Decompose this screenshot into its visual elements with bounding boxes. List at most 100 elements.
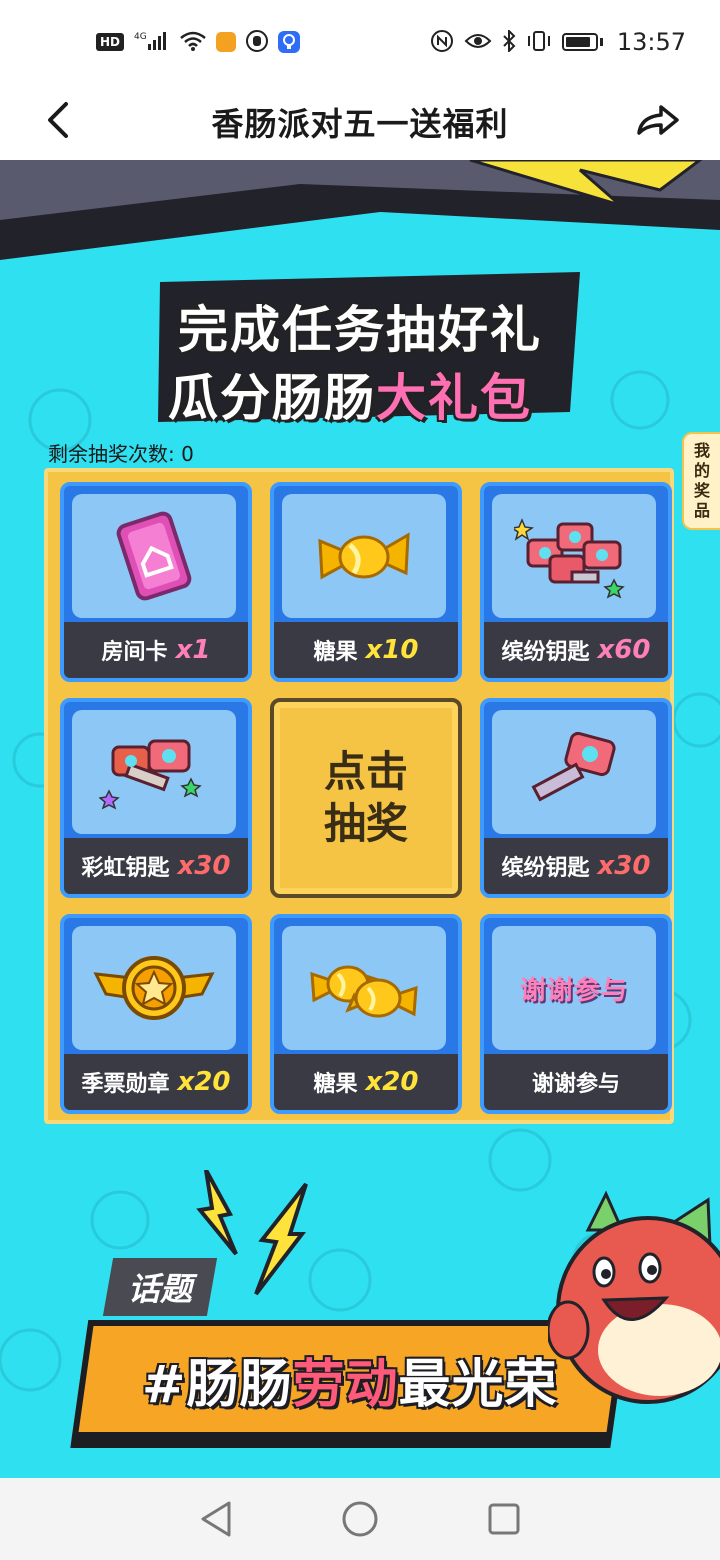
wifi-icon bbox=[180, 30, 206, 55]
prize-image bbox=[282, 494, 446, 618]
prize-caption: 彩虹钥匙 x30 bbox=[64, 838, 248, 894]
banner-line2-highlight: 大礼包 bbox=[376, 369, 532, 427]
app-icon bbox=[216, 32, 237, 52]
topic-text: #肠肠劳动最光荣 bbox=[142, 1342, 558, 1417]
eye-icon bbox=[464, 31, 492, 54]
prize-thanks: 谢谢参与 谢谢参与 bbox=[480, 914, 672, 1114]
my-prizes-char: 的 bbox=[693, 461, 710, 480]
battery-icon bbox=[561, 33, 598, 51]
remaining-draws: 剩余抽奖次数: 0 bbox=[48, 442, 194, 466]
vibrate-icon bbox=[526, 30, 552, 55]
prize-image bbox=[72, 926, 236, 1050]
top-band-graphic bbox=[0, 160, 720, 260]
sausage-mascot bbox=[548, 1190, 720, 1404]
status-bar: HD 4G 13:57 bbox=[0, 0, 720, 84]
prize-qty: x30 bbox=[177, 851, 231, 881]
candies-icon bbox=[310, 965, 418, 1018]
draw-line2: 抽奖 bbox=[323, 799, 408, 848]
prize-qty: x20 bbox=[177, 1067, 231, 1097]
event-banner: 完成任务抽好礼 瓜分肠肠大礼包 bbox=[150, 272, 590, 432]
back-button[interactable] bbox=[34, 96, 82, 144]
topic-highlight: 劳动 bbox=[292, 1354, 399, 1415]
key-icon bbox=[531, 731, 616, 802]
draw-button[interactable]: 点击 抽奖 bbox=[270, 698, 462, 898]
prize-caption: 谢谢参与 bbox=[484, 1054, 668, 1110]
prize-candy-20: 糖果 x20 bbox=[270, 914, 462, 1114]
prize-name: 彩虹钥匙 bbox=[81, 856, 170, 881]
prize-colorful-keys-60: 缤纷钥匙 x60 bbox=[480, 482, 672, 682]
prize-caption: 缤纷钥匙 x60 bbox=[484, 622, 668, 678]
my-prizes-char: 奖 bbox=[693, 481, 710, 500]
prize-image bbox=[72, 710, 236, 834]
topic-banner[interactable]: #肠肠劳动最光荣 bbox=[71, 1320, 629, 1438]
prize-name: 缤纷钥匙 bbox=[501, 640, 590, 665]
prize-name: 谢谢参与 bbox=[531, 1072, 620, 1097]
prize-season-medal-20: 季票勋章 x20 bbox=[60, 914, 252, 1114]
banner-line2: 瓜分肠肠大礼包 bbox=[168, 358, 532, 430]
activity-area: 完成任务抽好礼 瓜分肠肠大礼包 剩余抽奖次数: 0 我 的 奖 品 房间卡 x1 … bbox=[0, 160, 720, 1478]
medal-icon bbox=[93, 956, 215, 1020]
candy-icon bbox=[318, 532, 410, 580]
system-nav-bar bbox=[0, 1478, 720, 1560]
square-recent-icon bbox=[488, 1503, 520, 1535]
topic-suffix: 最光荣 bbox=[398, 1354, 558, 1415]
share-button[interactable] bbox=[630, 96, 686, 144]
prize-name: 糖果 bbox=[313, 640, 358, 665]
thanks-art: 谢谢参与 bbox=[519, 975, 628, 1006]
draw-line1: 点击 bbox=[323, 747, 408, 796]
prize-grid: 房间卡 x1 糖果 x10 缤纷钥匙 x60 彩虹钥匙 x30 点击 抽奖 缤纷… bbox=[60, 482, 672, 1114]
topic-prefix: #肠肠 bbox=[142, 1354, 293, 1415]
status-right: 13:57 bbox=[430, 28, 686, 56]
prize-caption: 缤纷钥匙 x30 bbox=[484, 838, 668, 894]
draw-button-label: 点击 抽奖 bbox=[316, 746, 416, 850]
prize-image: 谢谢参与 bbox=[492, 926, 656, 1050]
prize-image bbox=[492, 494, 656, 618]
chevron-left-icon bbox=[48, 102, 68, 138]
topic-tag: 话题 bbox=[102, 1258, 218, 1316]
banner-line1: 完成任务抽好礼 bbox=[178, 301, 542, 359]
prize-name: 糖果 bbox=[313, 1072, 358, 1097]
topic-tag-label: 话题 bbox=[127, 1270, 192, 1308]
hd-badge: HD bbox=[96, 33, 125, 51]
share-arrow-icon bbox=[637, 105, 679, 135]
lightning-bolts bbox=[196, 1170, 308, 1296]
keys-pile-icon bbox=[514, 518, 625, 599]
prize-caption: 季票勋章 x20 bbox=[64, 1054, 248, 1110]
clock-time: 13:57 bbox=[616, 28, 686, 56]
prize-qty: x20 bbox=[365, 1067, 419, 1097]
prize-name: 季票勋章 bbox=[81, 1072, 170, 1097]
prize-caption: 房间卡 x1 bbox=[64, 622, 248, 678]
prize-colorful-key-30: 缤纷钥匙 x30 bbox=[480, 698, 672, 898]
prize-qty: x1 bbox=[175, 635, 211, 665]
page-title: 香肠派对五一送福利 bbox=[211, 105, 509, 143]
circle-home-icon bbox=[342, 1501, 378, 1537]
nav-home-button[interactable] bbox=[336, 1495, 384, 1543]
bulb-app-icon bbox=[278, 31, 301, 53]
prize-qty: x10 bbox=[365, 635, 419, 665]
my-prizes-button[interactable]: 我 的 奖 品 bbox=[682, 432, 720, 530]
prize-name: 缤纷钥匙 bbox=[501, 856, 590, 881]
prize-caption: 糖果 x10 bbox=[274, 622, 458, 678]
rainbow-key-icon bbox=[99, 739, 202, 810]
nav-recent-button[interactable] bbox=[480, 1495, 528, 1543]
prize-qty: x30 bbox=[597, 851, 651, 881]
nav-back-button[interactable] bbox=[192, 1495, 240, 1543]
prize-image bbox=[72, 494, 236, 618]
status-left: HD 4G bbox=[96, 29, 301, 55]
lottery-board: 房间卡 x1 糖果 x10 缤纷钥匙 x60 彩虹钥匙 x30 点击 抽奖 缤纷… bbox=[44, 468, 674, 1124]
prize-caption: 糖果 x20 bbox=[274, 1054, 458, 1110]
prize-qty: x60 bbox=[597, 635, 651, 665]
bluetooth-icon bbox=[502, 28, 516, 55]
prize-candy-10: 糖果 x10 bbox=[270, 482, 462, 682]
prize-image bbox=[492, 710, 656, 834]
banner-line2-prefix: 瓜分肠肠 bbox=[168, 369, 376, 427]
my-prizes-char: 品 bbox=[693, 501, 710, 520]
prize-name: 房间卡 bbox=[101, 640, 168, 665]
network-type: 4G bbox=[134, 32, 147, 42]
prize-rainbow-keys-30: 彩虹钥匙 x30 bbox=[60, 698, 252, 898]
my-prizes-char: 我 bbox=[693, 441, 710, 460]
prize-room-card: 房间卡 x1 bbox=[60, 482, 252, 682]
nfc-icon bbox=[430, 29, 454, 55]
prize-image bbox=[282, 926, 446, 1050]
battery-cap bbox=[599, 38, 603, 46]
